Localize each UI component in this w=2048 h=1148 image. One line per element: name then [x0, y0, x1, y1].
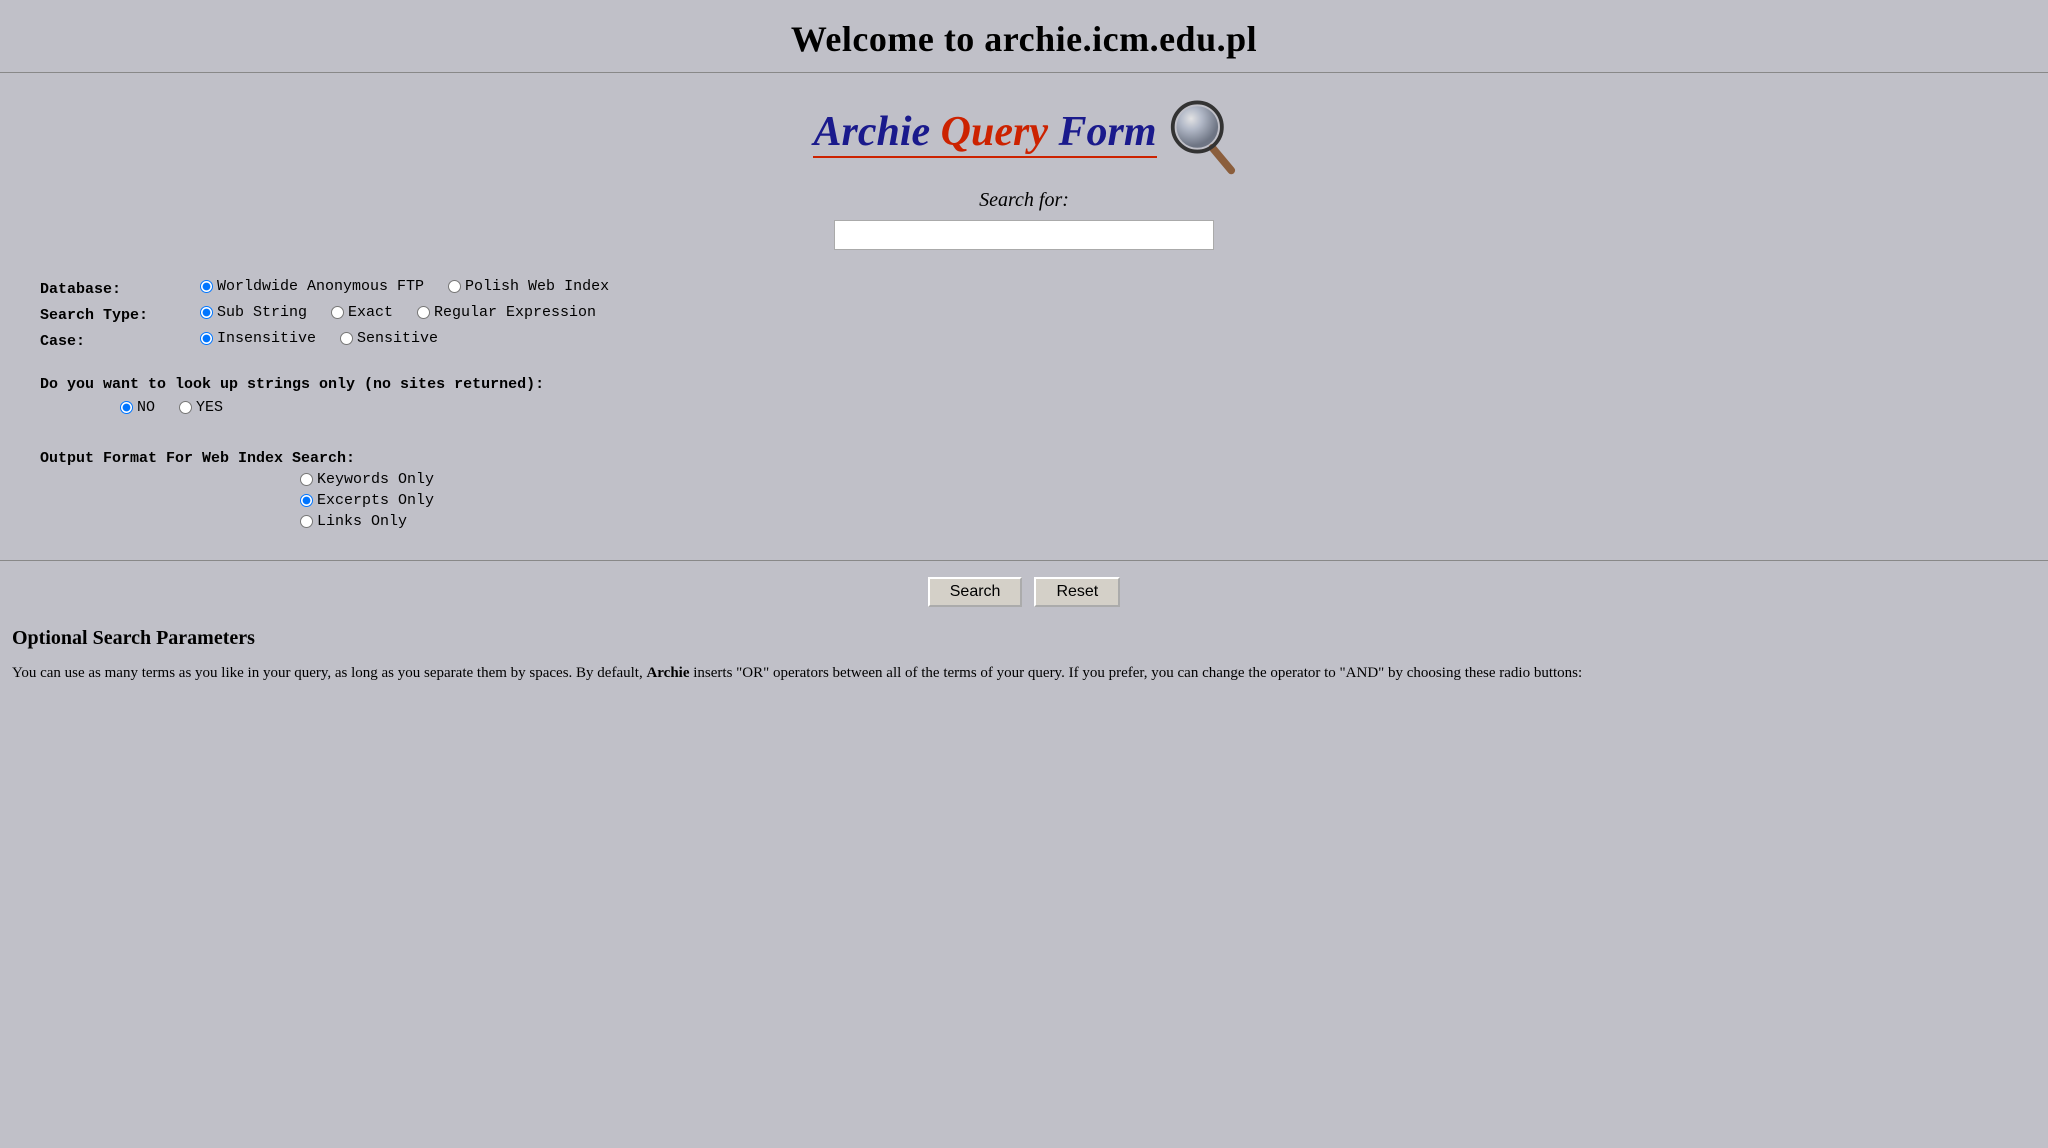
- top-divider: [0, 72, 2048, 73]
- divider-section: [0, 560, 2048, 561]
- optional-section: Optional Search Parameters You can use a…: [0, 627, 2048, 685]
- logo-area: Archie Query Form: [813, 93, 1234, 173]
- database-ftp-radio[interactable]: [200, 280, 213, 293]
- search-type-substring-label: Sub String: [217, 304, 307, 321]
- strings-question: Do you want to look up strings only (no …: [40, 376, 860, 393]
- database-web-radio[interactable]: [448, 280, 461, 293]
- search-button[interactable]: Search: [928, 577, 1023, 607]
- output-keywords-option[interactable]: Keywords Only: [300, 471, 860, 488]
- database-options: Worldwide Anonymous FTP Polish Web Index: [200, 278, 609, 295]
- database-ftp-label: Worldwide Anonymous FTP: [217, 278, 424, 295]
- search-type-regex-label: Regular Expression: [434, 304, 596, 321]
- gap1: [40, 356, 860, 376]
- output-label: Output Format For Web Index Search:: [40, 450, 860, 467]
- database-label: Database:: [40, 281, 200, 298]
- case-sensitive-label: Sensitive: [357, 330, 438, 347]
- strings-no-radio[interactable]: [120, 401, 133, 414]
- case-insensitive-label: Insensitive: [217, 330, 316, 347]
- output-options: Keywords Only Excerpts Only Links Only: [40, 471, 860, 530]
- strings-no-label: NO: [137, 399, 155, 416]
- optional-text-part2: inserts "OR" operators between all of th…: [690, 665, 1583, 681]
- magnifier-icon: [1165, 93, 1235, 173]
- database-row: Database: Worldwide Anonymous FTP Polish…: [40, 278, 860, 298]
- search-type-regex-option[interactable]: Regular Expression: [417, 304, 596, 321]
- database-ftp-option[interactable]: Worldwide Anonymous FTP: [200, 278, 424, 295]
- button-row: Search Reset: [0, 577, 2048, 607]
- output-excerpts-option[interactable]: Excerpts Only: [300, 492, 860, 509]
- database-web-label: Polish Web Index: [465, 278, 609, 295]
- case-label: Case:: [40, 333, 200, 350]
- case-insensitive-option[interactable]: Insensitive: [200, 330, 316, 347]
- output-excerpts-label: Excerpts Only: [317, 492, 434, 509]
- form-section: Database: Worldwide Anonymous FTP Polish…: [0, 268, 900, 540]
- strings-yes-option[interactable]: YES: [179, 399, 223, 416]
- search-type-row: Search Type: Sub String Exact Regular Ex…: [40, 304, 860, 324]
- case-insensitive-radio[interactable]: [200, 332, 213, 345]
- header-section: Archie Query Form Search fo: [0, 83, 2048, 268]
- case-sensitive-radio[interactable]: [340, 332, 353, 345]
- output-links-option[interactable]: Links Only: [300, 513, 860, 530]
- search-type-regex-radio[interactable]: [417, 306, 430, 319]
- logo-text: Archie Query Form: [813, 108, 1156, 158]
- optional-text-archie: Archie: [646, 665, 689, 681]
- gap2: [40, 420, 860, 440]
- output-links-label: Links Only: [317, 513, 407, 530]
- optional-text: You can use as many terms as you like in…: [12, 662, 2036, 685]
- strings-yes-radio[interactable]: [179, 401, 192, 414]
- strings-no-option[interactable]: NO: [120, 399, 155, 416]
- database-web-option[interactable]: Polish Web Index: [448, 278, 609, 295]
- case-sensitive-option[interactable]: Sensitive: [340, 330, 438, 347]
- case-row: Case: Insensitive Sensitive: [40, 330, 860, 350]
- strings-options: NO YES: [40, 399, 860, 416]
- search-type-substring-option[interactable]: Sub String: [200, 304, 307, 321]
- search-for-label: Search for:: [979, 189, 1069, 212]
- logo-archie: Archie: [813, 109, 930, 155]
- output-keywords-label: Keywords Only: [317, 471, 434, 488]
- search-type-substring-radio[interactable]: [200, 306, 213, 319]
- reset-button[interactable]: Reset: [1034, 577, 1120, 607]
- case-options: Insensitive Sensitive: [200, 330, 438, 347]
- logo-form: Form: [1048, 109, 1157, 155]
- search-type-exact-label: Exact: [348, 304, 393, 321]
- logo-query: Query: [930, 109, 1048, 155]
- page-title: Welcome to archie.icm.edu.pl: [0, 0, 2048, 72]
- output-links-radio[interactable]: [300, 515, 313, 528]
- search-type-exact-option[interactable]: Exact: [331, 304, 393, 321]
- optional-title: Optional Search Parameters: [12, 627, 2036, 650]
- output-section: Output Format For Web Index Search: Keyw…: [40, 450, 860, 530]
- search-type-exact-radio[interactable]: [331, 306, 344, 319]
- output-excerpts-radio[interactable]: [300, 494, 313, 507]
- strings-yes-label: YES: [196, 399, 223, 416]
- optional-text-part1: You can use as many terms as you like in…: [12, 665, 646, 681]
- search-input[interactable]: [834, 220, 1214, 250]
- search-type-label: Search Type:: [40, 307, 200, 324]
- search-type-options: Sub String Exact Regular Expression: [200, 304, 596, 321]
- output-keywords-radio[interactable]: [300, 473, 313, 486]
